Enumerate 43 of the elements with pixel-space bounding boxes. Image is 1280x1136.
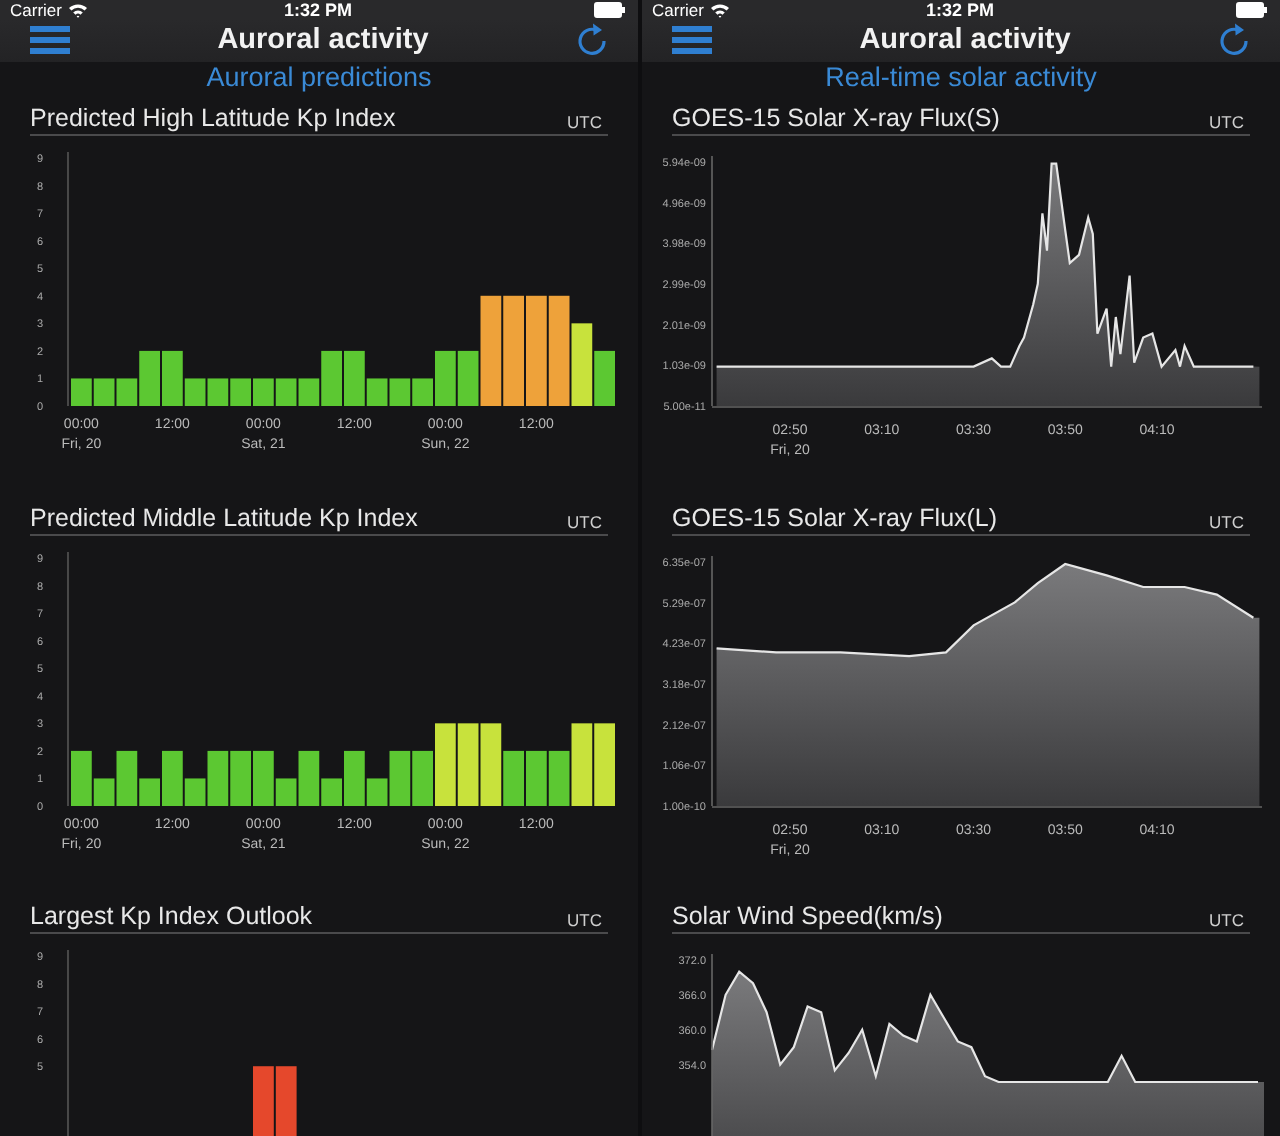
bar: [93, 378, 115, 406]
bar: [275, 378, 297, 406]
timezone-label: UTC: [1209, 111, 1246, 132]
chart-title: GOES-15 Solar X-ray Flux(S): [672, 103, 1000, 132]
section-heading: Auroral predictions: [204, 61, 434, 94]
battery-icon: [1235, 2, 1268, 18]
refresh-icon[interactable]: [1217, 22, 1250, 59]
timezone-label: UTC: [567, 111, 604, 132]
bar: [230, 378, 251, 406]
bar: [457, 723, 479, 806]
carrier-name: Carrier: [652, 0, 704, 20]
wifi-icon: [709, 2, 730, 18]
battery-icon: [593, 2, 626, 18]
bar: [526, 295, 547, 406]
menu-icon[interactable]: [30, 26, 70, 55]
refresh-icon[interactable]: [575, 22, 608, 59]
status-time: 1:32 PM: [925, 0, 994, 20]
timezone-label: UTC: [1209, 511, 1246, 532]
bar-drawing: [253, 1066, 297, 1136]
chart-title: GOES-15 Solar X-ray Flux(L): [672, 503, 998, 532]
section-heading: Real-time solar activity: [823, 61, 1099, 94]
timezone-label: UTC: [567, 511, 604, 532]
chart-title: Predicted Middle Latitude Kp Index: [30, 503, 418, 532]
menu-icon[interactable]: [672, 26, 712, 55]
timezone-label: UTC: [567, 910, 604, 931]
chart-title: Solar Wind Speed(km/s): [672, 902, 943, 931]
bar: [503, 295, 524, 406]
chart-title: Predicted High Latitude Kp Index: [30, 103, 396, 132]
chart-title: Largest Kp Index Outlook: [30, 902, 313, 931]
bar: [253, 378, 274, 406]
screen-title: Auroral activity: [859, 24, 1071, 57]
bar: [207, 378, 229, 406]
status-time: 1:32 PM: [283, 0, 352, 20]
bar: [71, 378, 92, 406]
wifi-icon: [67, 2, 88, 18]
bar: [526, 750, 547, 806]
bar: [548, 295, 570, 406]
bar: [389, 378, 411, 406]
carrier-name: Carrier: [10, 0, 62, 20]
timezone-label: UTC: [1209, 910, 1246, 931]
screen-title: Auroral activity: [217, 24, 429, 57]
bar: [230, 750, 251, 806]
bar: [594, 723, 615, 806]
